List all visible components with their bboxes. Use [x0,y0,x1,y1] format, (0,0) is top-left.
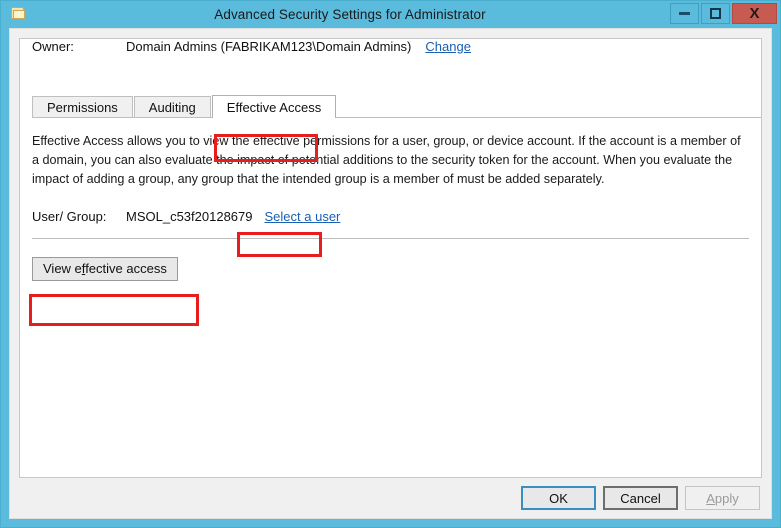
tab-strip: Permissions Auditing Effective Access [32,95,761,118]
dialog-body: Owner: Domain Admins (FABRIKAM123\Domain… [9,28,772,519]
cancel-button[interactable]: Cancel [603,486,678,510]
view-effective-access-button[interactable]: View effective access [32,257,178,281]
apply-button: Apply [685,486,760,510]
user-group-value: MSOL_c53f20128679 [126,209,253,224]
select-user-link-prefix: Select a [264,209,316,224]
dialog-footer: OK Cancel Apply [19,478,762,518]
effective-access-tab-page: Effective Access allows you to view the … [32,118,749,281]
close-button[interactable]: X [732,3,777,24]
close-icon: X [749,5,760,22]
apply-button-accel: A [706,490,715,506]
user-group-label: User/ Group: [32,209,107,224]
advanced-security-settings-window: Advanced Security Settings for Administr… [0,0,781,528]
section-divider [32,238,749,239]
owner-value: Domain Admins (FABRIKAM123\Domain Admins… [126,39,412,54]
view-effective-access-area: View effective access [32,257,749,281]
maximize-icon [710,8,721,19]
folder-icon [6,1,32,28]
content-panel: Owner: Domain Admins (FABRIKAM123\Domain… [19,38,762,478]
change-owner-link[interactable]: Change [425,39,471,54]
view-button-suffix: fective access [85,261,167,276]
annotation-view-effective-access-button [29,294,199,326]
minimize-icon [679,12,690,15]
maximize-button[interactable] [701,3,730,24]
tab-effective-access[interactable]: Effective Access [211,95,337,118]
owner-label: Owner: [32,39,74,54]
change-link-accel: C [425,39,435,54]
ok-button[interactable]: OK [521,486,596,510]
select-user-link-suffix: ser [322,209,341,224]
effective-access-description: Effective Access allows you to view the … [32,134,741,186]
owner-row: Owner: Domain Admins (FABRIKAM123\Domain… [32,39,749,95]
tab-auditing[interactable]: Auditing [133,96,211,118]
title-bar: Advanced Security Settings for Administr… [1,1,780,28]
window-title: Advanced Security Settings for Administr… [214,7,486,22]
user-group-row: User/ Group: MSOL_c53f20128679 Select a … [32,209,749,224]
change-link-text: hange [434,39,471,54]
minimize-button[interactable] [670,3,699,24]
view-button-prefix: View e [43,261,82,276]
apply-button-text: pply [714,490,739,506]
caption-buttons: X [670,3,777,24]
select-a-user-link[interactable]: Select a user [264,209,340,224]
tab-permissions[interactable]: Permissions [32,96,133,118]
